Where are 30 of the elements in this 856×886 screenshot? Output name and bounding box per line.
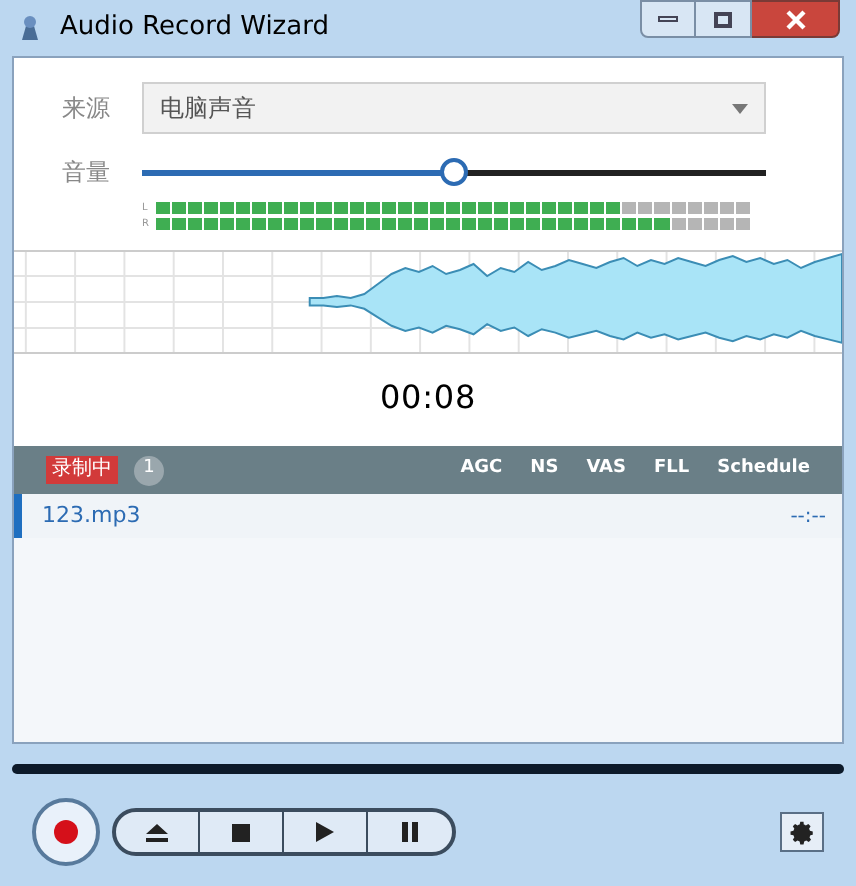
maximize-button[interactable] bbox=[696, 0, 752, 38]
pause-icon bbox=[402, 822, 418, 842]
volume-label: 音量 bbox=[62, 156, 112, 190]
source-label: 来源 bbox=[62, 92, 112, 126]
record-button[interactable] bbox=[32, 798, 100, 866]
settings-button[interactable] bbox=[780, 812, 824, 852]
minimize-button[interactable] bbox=[640, 0, 696, 38]
caret-icon bbox=[732, 103, 748, 113]
window-title: Audio Record Wizard bbox=[60, 10, 329, 47]
option-toggle[interactable]: VAS bbox=[586, 456, 626, 484]
option-toggle[interactable]: NS bbox=[530, 456, 559, 484]
file-row[interactable]: 123.mp3 --:-- bbox=[14, 494, 842, 538]
option-toggle[interactable]: FLL bbox=[654, 456, 690, 484]
close-icon bbox=[785, 9, 805, 29]
file-duration: --:-- bbox=[790, 503, 826, 531]
stop-icon bbox=[232, 823, 250, 841]
elapsed-time: 00:08 bbox=[379, 376, 477, 420]
settings-icon bbox=[789, 819, 815, 845]
source-dropdown[interactable]: 电脑声音 bbox=[142, 82, 766, 134]
eject-icon bbox=[146, 823, 168, 841]
play-icon bbox=[316, 822, 334, 842]
file-name: 123.mp3 bbox=[42, 499, 141, 532]
microphone-icon bbox=[16, 12, 44, 44]
option-toggle[interactable]: AGC bbox=[460, 456, 503, 484]
volume-slider[interactable] bbox=[142, 158, 766, 186]
close-button[interactable] bbox=[752, 0, 840, 38]
slider-thumb[interactable] bbox=[440, 158, 468, 186]
option-toggle[interactable]: Schedule bbox=[717, 456, 810, 484]
count-badge: 1 bbox=[134, 455, 164, 485]
recording-badge: 录制中 bbox=[46, 456, 118, 484]
